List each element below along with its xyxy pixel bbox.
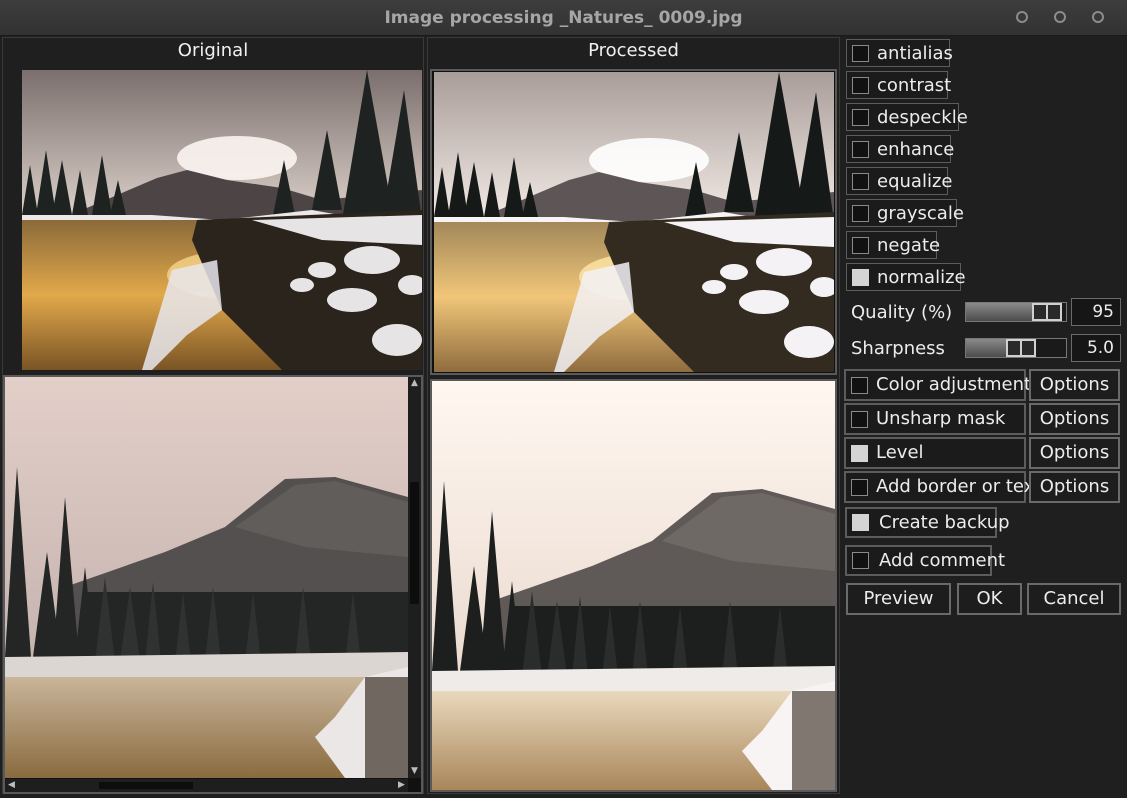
antialias-checkbox[interactable]: antialias xyxy=(846,39,953,67)
grayscale-checkbox-box[interactable] xyxy=(852,205,869,222)
preview-button[interactable]: Preview xyxy=(846,583,951,615)
enhance-checkbox-box[interactable] xyxy=(852,141,869,158)
level-checkbox-box[interactable] xyxy=(851,445,868,462)
horizontal-scroll-thumb[interactable] xyxy=(99,782,193,789)
add-border-or-text-checkbox[interactable]: Add border or text xyxy=(844,471,1041,503)
original-label: Original xyxy=(177,40,249,61)
add-border-or-text-label: Add border or text xyxy=(876,476,1042,497)
quality-value-field[interactable]: 95 xyxy=(1071,298,1121,326)
despeckle-checkbox[interactable]: despeckle xyxy=(846,103,968,131)
contrast-checkbox-box[interactable] xyxy=(852,77,869,94)
sharpness-label: Sharpness xyxy=(851,338,945,359)
horizontal-scrollbar[interactable] xyxy=(5,779,408,792)
add-border-or-text-options-button[interactable]: Options xyxy=(1029,471,1120,503)
enhance-checkbox[interactable]: enhance xyxy=(846,135,955,163)
add-comment-checkbox[interactable]: Add comment xyxy=(845,545,1005,576)
processed-label: Processed xyxy=(588,40,679,61)
processed-preview-image xyxy=(432,381,835,790)
cancel-button[interactable]: Cancel xyxy=(1027,583,1121,615)
enhance-label: enhance xyxy=(877,139,955,160)
unsharp-mask-checkbox-box[interactable] xyxy=(851,411,868,428)
equalize-checkbox-box[interactable] xyxy=(852,173,869,190)
quality-slider-handle[interactable] xyxy=(1032,303,1062,321)
normalize-checkbox-box[interactable] xyxy=(852,269,869,286)
original-thumbnail-image xyxy=(22,70,422,370)
antialias-checkbox-box[interactable] xyxy=(852,45,869,62)
create-backup-label: Create backup xyxy=(879,512,1010,533)
window-title: Image processing _Natures_ 0009.jpg xyxy=(384,8,743,28)
color-adjustment-label: Color adjustment xyxy=(876,374,1032,395)
unsharp-mask-options-button[interactable]: Options xyxy=(1029,403,1120,435)
add-comment-label: Add comment xyxy=(879,550,1006,571)
color-adjustment-checkbox-box[interactable] xyxy=(851,377,868,394)
scroll-down-arrow-icon[interactable]: ▼ xyxy=(408,765,421,778)
sharpness-value-field[interactable]: 5.0 xyxy=(1071,334,1121,362)
scroll-right-arrow-icon[interactable]: ▶ xyxy=(395,779,408,792)
contrast-label: contrast xyxy=(877,75,952,96)
quality-label: Quality (%) xyxy=(851,302,953,323)
original-preview-image xyxy=(5,377,408,778)
equalize-checkbox[interactable]: equalize xyxy=(846,167,952,195)
add-comment-checkbox-box[interactable] xyxy=(852,552,869,569)
sharpness-slider-fill xyxy=(966,339,1011,357)
grayscale-label: grayscale xyxy=(877,203,964,224)
add-border-or-text-checkbox-box[interactable] xyxy=(851,479,868,496)
scroll-up-arrow-icon[interactable]: ▲ xyxy=(408,377,421,390)
equalize-label: equalize xyxy=(877,171,953,192)
level-options-button[interactable]: Options xyxy=(1029,437,1120,469)
color-adjustment-options-button[interactable]: Options xyxy=(1029,369,1120,401)
normalize-label: normalize xyxy=(877,267,966,288)
negate-checkbox[interactable]: negate xyxy=(846,231,941,259)
negate-label: negate xyxy=(877,235,941,256)
maximize-button[interactable] xyxy=(1054,11,1066,23)
quality-slider-fill xyxy=(966,303,1037,321)
despeckle-checkbox-box[interactable] xyxy=(852,109,869,126)
sharpness-slider-handle[interactable] xyxy=(1006,339,1036,357)
antialias-label: antialias xyxy=(877,43,953,64)
negate-checkbox-box[interactable] xyxy=(852,237,869,254)
close-button[interactable] xyxy=(1092,11,1104,23)
processed-thumbnail-image xyxy=(434,72,834,372)
level-label: Level xyxy=(876,442,924,463)
original-thumbnail xyxy=(22,70,422,370)
create-backup-checkbox[interactable]: Create backup xyxy=(845,507,1010,538)
ok-button[interactable]: OK xyxy=(957,583,1022,615)
grayscale-checkbox[interactable]: grayscale xyxy=(846,199,964,227)
contrast-checkbox[interactable]: contrast xyxy=(846,71,952,99)
minimize-button[interactable] xyxy=(1016,11,1028,23)
create-backup-checkbox-box[interactable] xyxy=(852,514,869,531)
unsharp-mask-checkbox[interactable]: Unsharp mask xyxy=(844,403,1026,435)
color-adjustment-checkbox[interactable]: Color adjustment xyxy=(844,369,1031,401)
scroll-left-arrow-icon[interactable]: ◀ xyxy=(5,779,18,792)
vertical-scroll-thumb[interactable] xyxy=(410,482,419,604)
normalize-checkbox[interactable]: normalize xyxy=(846,263,966,291)
despeckle-label: despeckle xyxy=(877,107,968,128)
level-checkbox[interactable]: Level xyxy=(844,437,1026,469)
unsharp-mask-label: Unsharp mask xyxy=(876,408,1006,429)
